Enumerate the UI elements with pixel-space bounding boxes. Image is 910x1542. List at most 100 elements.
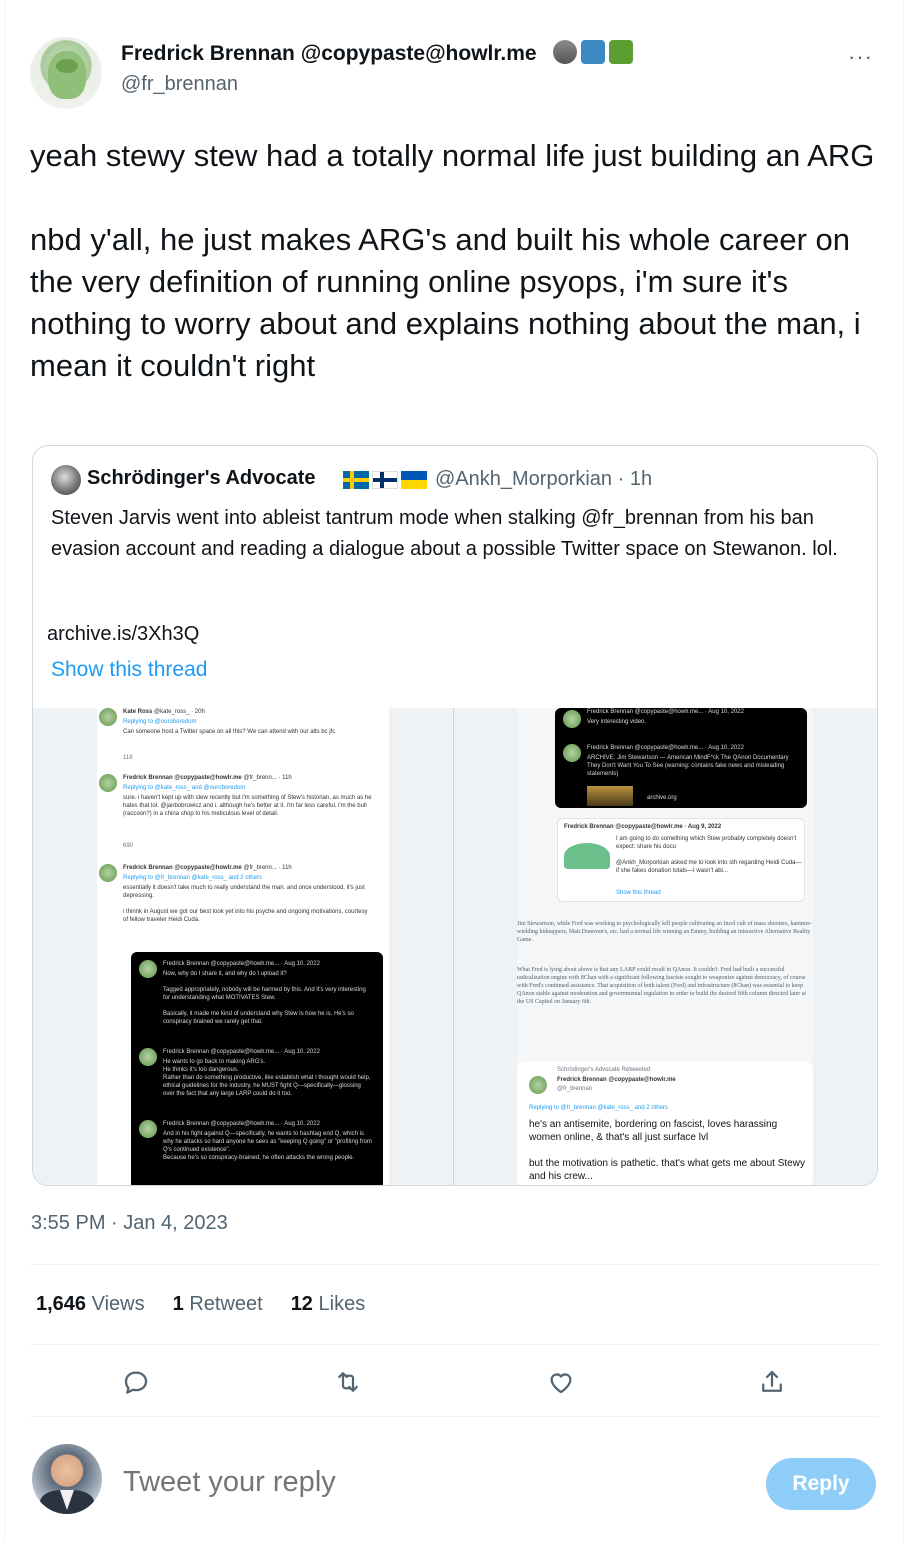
tweet-actions-bar	[0, 1362, 910, 1402]
mini-dark-text: And in his fight against Q—specifically,…	[163, 1131, 372, 1161]
likes-count: 12	[290, 1293, 313, 1315]
author-handle[interactable]: @fr_brennan	[121, 73, 238, 96]
divider	[30, 1344, 878, 1345]
mini-name: Fredrick Brennan @copypaste@howlr.me	[123, 775, 242, 781]
mini-name-text: Fredrick Brennan @copypaste@howlr.me	[557, 1077, 676, 1083]
mini-name: Fredrick Brennan @copypaste@howlr.me · A…	[564, 824, 722, 830]
mini-name: Kate Ross	[123, 709, 153, 715]
divider	[30, 1264, 878, 1265]
like-icon	[550, 1373, 572, 1394]
mini-tweet-text: essentially it doesn't take much to real…	[123, 885, 368, 923]
author-emoji-group	[553, 40, 633, 64]
mini-dark-head: Fredrick Brennan @copypaste@howlr.me... …	[163, 1049, 320, 1055]
views-label: Views	[91, 1293, 145, 1315]
mini-reply-to: Replying to @fr_brennan @kate_ross_ and …	[529, 1105, 668, 1111]
mini-show-thread: Show this thread	[616, 890, 661, 896]
show-this-thread-link[interactable]: Show this thread	[51, 658, 207, 682]
mini-dark-head: Fredrick Brennan @copypaste@howlr.me... …	[587, 745, 744, 751]
retweet-button[interactable]	[328, 1362, 368, 1402]
likes-stat[interactable]: 12 Likes	[291, 1293, 366, 1316]
mini-stats: 690	[123, 843, 134, 849]
views-stat[interactable]: 1,646 Views	[36, 1293, 145, 1316]
share-icon	[762, 1370, 782, 1392]
mini-avatar	[99, 708, 117, 726]
media-screenshot-right: Fredrick Brennan @copypaste@howlr.me... …	[517, 708, 813, 1185]
mini-retweet-card: Schrödinger's Advocate Retweeted Fredric…	[517, 1062, 813, 1185]
ukraine-flag-icon	[401, 471, 427, 489]
mini-reply-to: Replying to @ouroboredom	[123, 719, 197, 725]
mini-dark-text: Very interesting video.	[587, 719, 647, 725]
views-count: 1,646	[36, 1293, 87, 1315]
mini-avatar	[139, 1048, 157, 1066]
mini-avatar	[99, 774, 117, 792]
mini-dark-text: He wants to go back to making ARG's. He …	[163, 1059, 371, 1097]
retweets-stat[interactable]: 1 Retweet	[173, 1293, 263, 1316]
finland-flag-icon	[372, 471, 398, 489]
mini-dark-head: Fredrick Brennan @copypaste@howlr.me... …	[587, 709, 744, 715]
quoted-tweet-link[interactable]: archive.is/3Xh3Q	[47, 623, 199, 646]
like-button[interactable]	[541, 1362, 581, 1402]
likes-label: Likes	[318, 1293, 366, 1315]
mini-avatar	[99, 864, 117, 882]
quoted-author-handle-time[interactable]: @Ankh_Morporkian · 1h	[435, 468, 652, 491]
mini-light-card: Fredrick Brennan @copypaste@howlr.me · A…	[557, 818, 805, 902]
mini-light-text: I am going to do something which Stew pr…	[616, 836, 802, 874]
mini-name: Fredrick Brennan @copypaste@howlr.me	[557, 1076, 797, 1084]
mini-light-head: Fredrick Brennan @copypaste@howlr.me · A…	[564, 823, 802, 831]
mini-tweet-head: Fredrick Brennan @copypaste@howlr.me @fr…	[123, 774, 383, 782]
mini-meta: @kate_ross_ · 20h	[154, 709, 205, 715]
reply-submit-button[interactable]: Reply	[766, 1458, 876, 1510]
author-avatar[interactable]	[30, 37, 102, 109]
mini-meta: @fr_brenn... · 11h	[243, 775, 292, 781]
mini-avatar	[139, 960, 157, 978]
mini-dark-text: ARCHIVE: Jim Stewartson — American MindF…	[587, 755, 789, 777]
mini-reply-to: Replying to @kate_ross_ and @ouroboredom	[123, 785, 246, 791]
article-paragraph: Jim Stewartson, while Fred was working t…	[517, 921, 812, 943]
reply-button[interactable]	[116, 1362, 156, 1402]
media-screenshot-left: Kate Ross @kate_ross_ · 20h Replying to …	[97, 708, 389, 1185]
reply-input[interactable]	[123, 1466, 723, 1499]
tweet-stats: 1,646 Views 1 Retweet 12 Likes	[36, 1293, 393, 1316]
mini-name: Fredrick Brennan @copypaste@howlr.me	[123, 865, 242, 871]
mini-dark-thread-card: Fredrick Brennan @copypaste@howlr.me... …	[555, 708, 807, 808]
mini-dark-link: archive.org	[647, 795, 677, 801]
mini-stats: 118	[123, 755, 133, 761]
mini-dark-text: Now, why do I share it, and why do I upl…	[163, 971, 366, 1025]
share-button[interactable]	[752, 1362, 792, 1402]
quoted-tweet[interactable]: Schrödinger's Advocate @Ankh_Morporkian …	[32, 445, 878, 1186]
mini-reply-to: Replying to @fr_brennan @kate_ross_ and …	[123, 875, 262, 881]
tweet-timestamp[interactable]: 3:55 PM · Jan 4, 2023	[31, 1212, 228, 1235]
author-name[interactable]: Fredrick Brennan @copypaste@howlr.me	[121, 42, 537, 66]
mini-meta: @fr_brenn... · 11h	[243, 865, 292, 871]
sweden-flag-icon	[343, 471, 369, 489]
mini-retweeted-label: Schrödinger's Advocate Retweeted	[557, 1067, 651, 1073]
mini-avatar	[563, 744, 581, 762]
mini-dark-head: Fredrick Brennan @copypaste@howlr.me... …	[163, 1121, 320, 1127]
mini-tweet-text: Can someone host a Twitter space on all …	[123, 729, 336, 735]
mini-dark-head: Fredrick Brennan @copypaste@howlr.me... …	[163, 961, 320, 967]
mini-tweet-head: Kate Ross @kate_ross_ · 20h	[123, 708, 383, 716]
retweets-label: Retweet	[189, 1293, 263, 1315]
reply-icon	[124, 1371, 148, 1394]
quoted-author-flags	[343, 471, 427, 489]
quoted-tweet-media[interactable]: Kate Ross @kate_ross_ · 20h Replying to …	[33, 708, 877, 1185]
input-symbols-icon	[581, 40, 605, 64]
current-user-avatar[interactable]	[32, 1444, 102, 1514]
media-divider	[453, 708, 454, 1185]
divider	[30, 1416, 878, 1417]
mini-tweet-text: sure. i haven't kept up with stew recent…	[123, 795, 372, 817]
mini-avatar	[529, 1076, 547, 1094]
video-thumbnail	[587, 786, 633, 806]
raccoon-icon	[553, 40, 577, 64]
mini-tweet-head: Fredrick Brennan @copypaste@howlr.me @fr…	[123, 864, 383, 872]
tweet-text: yeah stewy stew had a totally normal lif…	[30, 138, 875, 383]
quoted-author-avatar[interactable]	[51, 465, 81, 495]
quoted-tweet-text: Steven Jarvis went into ableist tantrum …	[51, 507, 838, 560]
mini-avatar	[139, 1120, 157, 1138]
mini-avatar	[563, 710, 581, 728]
quoted-author-name[interactable]: Schrödinger's Advocate	[87, 467, 316, 490]
more-options-icon[interactable]: ···	[848, 44, 873, 70]
parachute-image	[564, 843, 610, 869]
mini-retweet-text: he's an antisemite, bordering on fascist…	[529, 1119, 805, 1182]
mini-handle: @fr_brennan	[557, 1086, 593, 1092]
